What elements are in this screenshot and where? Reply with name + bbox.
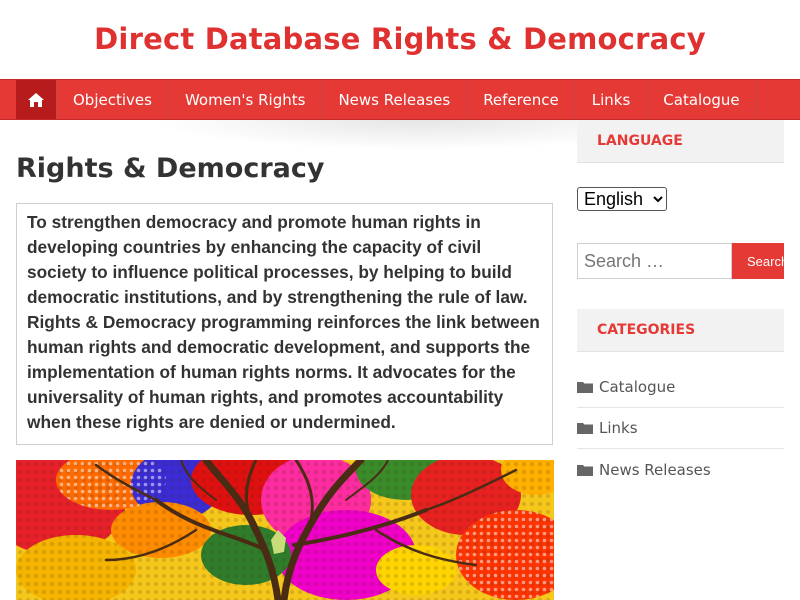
- mission-statement: To strengthen democracy and promote huma…: [16, 203, 553, 445]
- folder-icon: [577, 464, 593, 476]
- folder-icon: [577, 382, 593, 393]
- nav-item-links[interactable]: Links: [576, 80, 648, 119]
- main-navigation: Objectives Women's Rights News Releases …: [0, 79, 800, 120]
- categories-widget-title: Categories: [577, 309, 784, 352]
- category-item-links[interactable]: Links: [577, 408, 784, 449]
- nav-item-catalogue[interactable]: Catalogue: [647, 80, 757, 119]
- home-button[interactable]: [16, 80, 57, 119]
- category-item-news-releases[interactable]: News Releases: [577, 449, 784, 490]
- tree-artwork-image: [16, 460, 554, 600]
- category-label: News Releases: [599, 460, 711, 479]
- folder-icon: [577, 423, 593, 434]
- search-button[interactable]: Search: [732, 243, 784, 279]
- search-input[interactable]: [577, 243, 732, 279]
- category-item-catalogue[interactable]: Catalogue: [577, 367, 784, 408]
- nav-item-objectives[interactable]: Objectives: [57, 80, 169, 119]
- language-select[interactable]: English: [577, 187, 667, 211]
- nav-item-news-releases[interactable]: News Releases: [322, 80, 468, 119]
- category-label: Links: [599, 419, 638, 437]
- home-icon: [28, 92, 44, 107]
- page-title: Rights & Democracy: [16, 153, 325, 184]
- site-title[interactable]: Direct Database Rights & Democracy: [0, 22, 800, 56]
- nav-item-womens-rights[interactable]: Women's Rights: [169, 80, 323, 119]
- categories-list: Catalogue Links News Releases: [577, 367, 784, 490]
- language-widget-title: Language: [577, 120, 784, 163]
- nav-item-reference[interactable]: Reference: [467, 80, 576, 119]
- hero-tree-artwork: [16, 460, 554, 600]
- category-label: Catalogue: [599, 378, 676, 396]
